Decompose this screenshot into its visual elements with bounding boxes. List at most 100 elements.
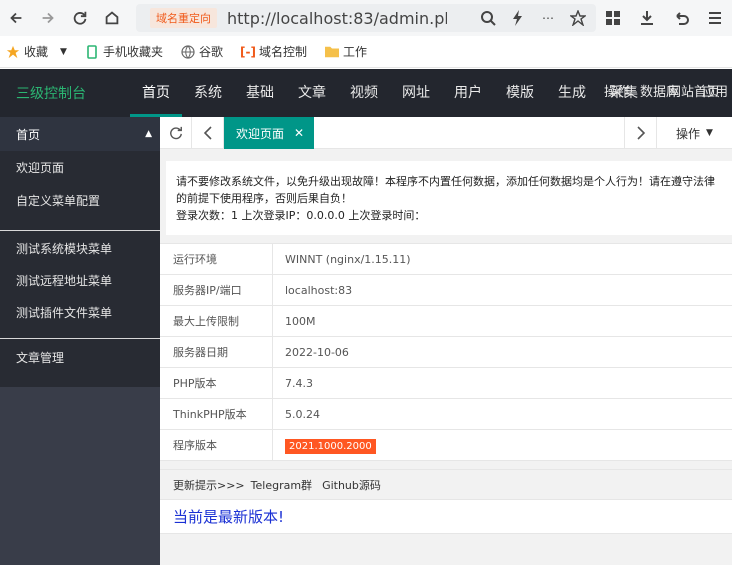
info-value: 5.0.24 xyxy=(285,407,320,421)
sidebar-item-welcome[interactable]: 欢迎页面 xyxy=(0,151,160,185)
topnav-item-website[interactable]: 网址 xyxy=(390,69,442,117)
address-bar[interactable]: 域名重定向 http://localhost:83/admin.php/adm … xyxy=(136,4,596,32)
back-icon[interactable] xyxy=(2,4,30,32)
topnav-menu: 首页 系统 基础 文章 视频 网址 用户 模版 生成 采集 xyxy=(130,69,638,117)
divider xyxy=(0,377,160,387)
info-key: 程序版本 xyxy=(160,429,273,461)
sidebar-item-test-plugin[interactable]: 测试插件文件菜单 xyxy=(0,297,160,329)
bookmark-label: 收藏 xyxy=(24,45,49,59)
table-row: 服务器日期 2022-10-06 xyxy=(160,336,732,368)
bookmark-label: 谷歌 xyxy=(198,45,223,59)
forward-icon[interactable] xyxy=(34,4,62,32)
tab-next-icon[interactable] xyxy=(624,117,656,149)
caret-down-icon[interactable]: ▼ xyxy=(60,47,67,57)
login-info: 登录次数：1 上次登录IP：0.0.0.0 上次登录时间： xyxy=(176,209,426,222)
bookmark-label: 手机收藏夹 xyxy=(102,45,163,59)
update-header: 更新提示>>> Telegram群 Github源码 xyxy=(160,469,732,500)
redirect-tag: 域名重定向 xyxy=(150,8,217,28)
topnav-item-system[interactable]: 系统 xyxy=(182,69,234,117)
update-label: 更新提示>>> xyxy=(173,479,245,492)
caret-down-icon: ▼ xyxy=(706,128,713,138)
topnav-item-user[interactable]: 用户 xyxy=(442,69,494,117)
info-key: PHP版本 xyxy=(160,367,273,399)
notice-line: 请不要修改系统文件，以免升级出现故障！本程序不内置任何数据，添加任何数据均是个人… xyxy=(176,175,715,188)
info-value: 100M xyxy=(285,314,316,328)
apps-icon[interactable] xyxy=(596,4,630,32)
star-outline-icon[interactable] xyxy=(568,8,588,28)
sidebar-group: 欢迎页面 自定义菜单配置 测试系统模块菜单 测试远程地址菜单 测试插件文件菜单 … xyxy=(0,151,160,387)
bookmark-label: 工作 xyxy=(342,45,367,59)
folder-icon xyxy=(324,45,339,59)
topnav-item-video[interactable]: 视频 xyxy=(338,69,390,117)
table-row: 运行环境 WINNT (nginx/1.15.11) xyxy=(160,243,732,275)
topnav-item-article[interactable]: 文章 xyxy=(286,69,338,117)
menu-icon[interactable] xyxy=(698,4,732,32)
table-row: 服务器IP/端口 localhost:83 xyxy=(160,274,732,306)
bookmark-work[interactable]: 工作 xyxy=(324,43,367,60)
star-icon xyxy=(6,45,20,59)
sidebar: 首页 ▲ 欢迎页面 自定义菜单配置 测试系统模块菜单 测试远程地址菜单 测试插件… xyxy=(0,117,160,565)
table-row: 最大上传限制 100M xyxy=(160,305,732,337)
browser-toolbar: 域名重定向 http://localhost:83/admin.php/adm … xyxy=(0,0,732,36)
topnav-item-template[interactable]: 模版 xyxy=(494,69,546,117)
tab-ops-label: 操作 xyxy=(676,126,701,141)
sidebar-item-test-module[interactable]: 测试系统模块菜单 xyxy=(0,233,160,265)
download-icon[interactable] xyxy=(630,4,664,32)
bookmark-google[interactable]: 谷歌 xyxy=(181,43,223,60)
url-text[interactable]: http://localhost:83/admin.php/adm xyxy=(227,9,447,28)
bookmark-domain[interactable]: [-] 域名控制 xyxy=(240,43,307,60)
phone-icon xyxy=(85,44,99,59)
close-icon[interactable]: ✕ xyxy=(294,126,304,140)
info-value: localhost:83 xyxy=(285,283,353,297)
topnav-item-apps[interactable]: 应用 xyxy=(702,69,728,117)
home-icon[interactable] xyxy=(98,4,126,32)
refresh-icon[interactable] xyxy=(160,117,192,149)
info-value: 2021.1000.2000 xyxy=(273,438,376,454)
console-logo[interactable]: 三级控制台 xyxy=(0,83,130,103)
topnav-item-base[interactable]: 基础 xyxy=(234,69,286,117)
divider xyxy=(0,329,160,339)
info-key: 服务器IP/端口 xyxy=(160,274,273,306)
telegram-link[interactable]: Telegram群 xyxy=(251,479,312,492)
tab-ops-dropdown[interactable]: 操作 ▼ xyxy=(656,117,732,149)
update-status: 当前是最新版本! xyxy=(160,500,732,534)
more-icon[interactable]: ⋯ xyxy=(538,8,558,28)
info-value: WINNT (nginx/1.15.11) xyxy=(285,252,411,266)
info-key: ThinkPHP版本 xyxy=(160,398,273,430)
info-key: 最大上传限制 xyxy=(160,305,273,337)
system-info-table: 运行环境 WINNT (nginx/1.15.11) 服务器IP/端口 loca… xyxy=(160,243,732,461)
tab-label: 欢迎页面 xyxy=(236,126,285,141)
bookmark-favorites[interactable]: 收藏 ▼ xyxy=(6,43,67,60)
sidebar-item-test-remote[interactable]: 测试远程地址菜单 xyxy=(0,265,160,297)
main-content: 请不要修改系统文件，以免升级出现故障！本程序不内置任何数据，添加任何数据均是个人… xyxy=(160,149,732,565)
topnav-item-home[interactable]: 首页 xyxy=(130,69,182,117)
bookmark-label: 域名控制 xyxy=(258,45,307,59)
notice-line: 的前提下使用程序，否则后果自负！ xyxy=(176,192,352,205)
undo-icon[interactable] xyxy=(664,4,698,32)
info-key: 服务器日期 xyxy=(160,336,273,368)
topnav-item-generate[interactable]: 生成 xyxy=(546,69,598,117)
caret-up-icon: ▲ xyxy=(145,129,152,139)
table-row: 程序版本 2021.1000.2000 xyxy=(160,429,732,461)
bookmark-mobile[interactable]: 手机收藏夹 xyxy=(85,43,163,60)
tab-bar: 欢迎页面 ✕ 操作 ▼ xyxy=(160,117,732,149)
info-value: 7.4.3 xyxy=(285,376,313,390)
info-key: 运行环境 xyxy=(160,243,273,275)
sidebar-item-article-manage[interactable]: 文章管理 xyxy=(0,339,160,377)
table-row: ThinkPHP版本 5.0.24 xyxy=(160,398,732,430)
admin-topnav: 三级控制台 首页 系统 基础 文章 视频 网址 用户 模版 生成 采集 操作 数… xyxy=(0,69,732,117)
globe-icon xyxy=(181,44,195,59)
zoom-icon[interactable] xyxy=(478,8,498,28)
sidebar-head[interactable]: 首页 ▲ xyxy=(0,117,160,151)
info-value: 2022-10-06 xyxy=(285,345,349,359)
lightning-icon[interactable] xyxy=(508,8,528,28)
tab-welcome[interactable]: 欢迎页面 ✕ xyxy=(224,117,315,149)
topnav-item-operate[interactable]: 操作 xyxy=(604,69,630,117)
reload-icon[interactable] xyxy=(66,4,94,32)
sidebar-item-custom-menu[interactable]: 自定义菜单配置 xyxy=(0,185,160,217)
version-badge: 2021.1000.2000 xyxy=(285,438,376,454)
github-link[interactable]: Github源码 xyxy=(322,479,381,492)
tab-prev-icon[interactable] xyxy=(192,117,224,149)
bracket-icon: [-] xyxy=(240,44,256,59)
sidebar-head-label: 首页 xyxy=(16,127,41,142)
